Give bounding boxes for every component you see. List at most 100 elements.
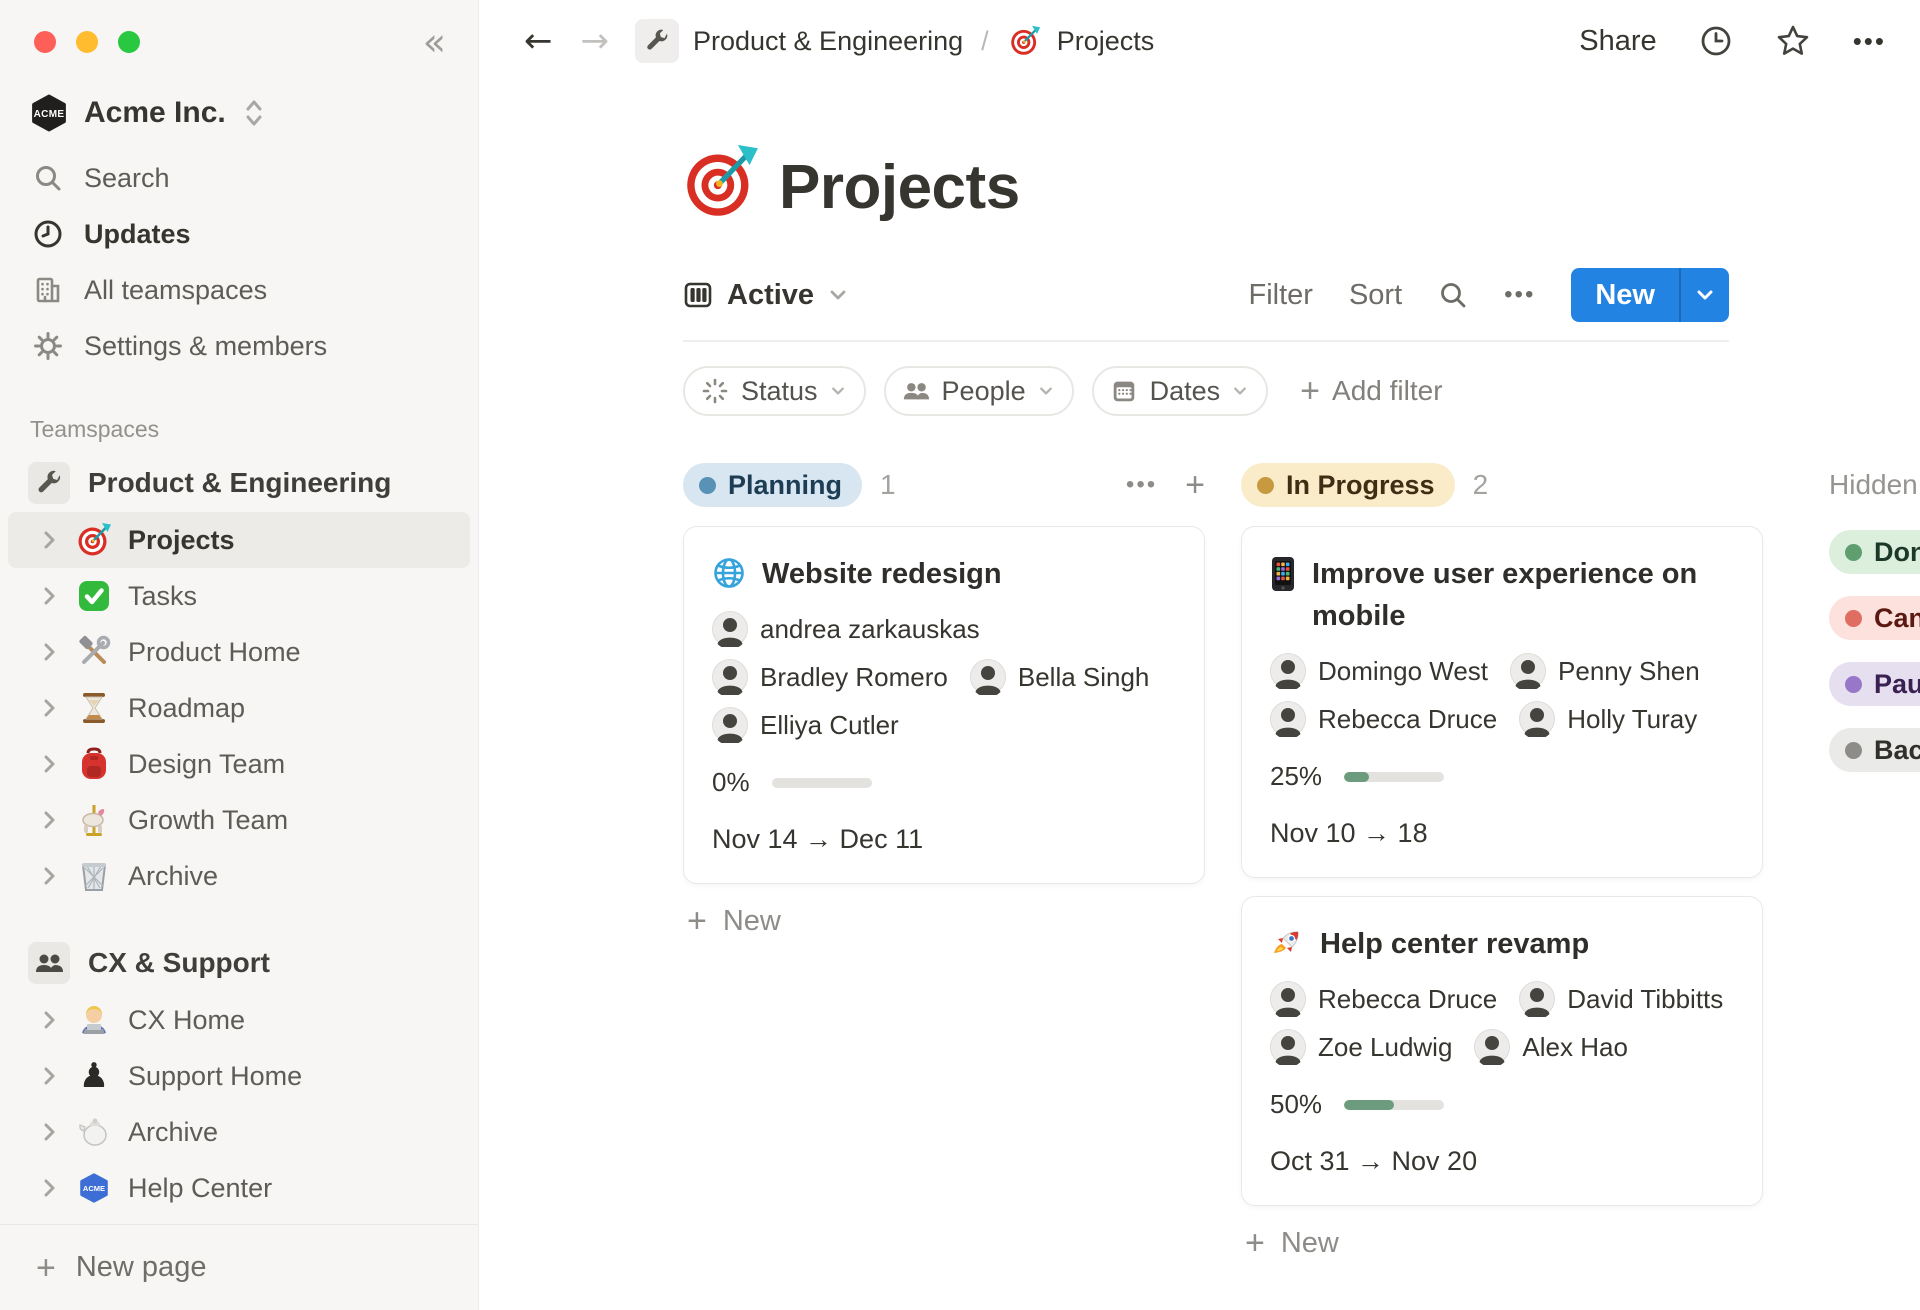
- sidebar-item-label: All teamspaces: [84, 275, 267, 306]
- breadcrumb-wrench-icon[interactable]: [635, 19, 679, 63]
- main-pane: ← → Product & Engineering / Projects Sha…: [480, 0, 1920, 1310]
- nav-forward-button[interactable]: →: [581, 24, 610, 58]
- breadcrumb-teamspace[interactable]: Product & Engineering: [693, 26, 963, 57]
- sidebar-item-archive-pe[interactable]: Archive: [8, 848, 470, 904]
- sidebar-item-support-home[interactable]: ♟ Support Home: [8, 1048, 470, 1104]
- chevron-right-icon[interactable]: [38, 585, 60, 607]
- column-planning: Planning 1 ••• +: [683, 462, 1205, 938]
- teamspace-product-engineering[interactable]: Product & Engineering: [0, 454, 478, 512]
- view-switcher[interactable]: Active: [683, 279, 848, 312]
- window-minimize-button[interactable]: [76, 31, 98, 53]
- add-card-button[interactable]: + New: [683, 904, 1205, 938]
- person-chip: Elliya Cutler: [712, 707, 899, 743]
- sidebar-item-help-center[interactable]: ACME Help Center: [8, 1160, 470, 1216]
- chevron-right-icon[interactable]: [38, 809, 60, 831]
- new-button-dropdown[interactable]: [1679, 268, 1729, 322]
- chevron-right-icon[interactable]: [38, 697, 60, 719]
- chevron-right-icon[interactable]: [38, 1177, 60, 1199]
- page-title[interactable]: Projects: [779, 155, 1020, 220]
- avatar: [712, 707, 748, 743]
- toolbar-divider: [683, 340, 1729, 342]
- card-people: andrea zarkauskas Bradley Romero Bella S…: [712, 611, 1176, 743]
- kanban-board: Planning 1 ••• +: [683, 462, 1920, 1260]
- add-card-button[interactable]: + New: [1241, 1226, 1763, 1260]
- filter-chip-label: Dates: [1150, 376, 1221, 407]
- sidebar-collapse-icon[interactable]: «: [423, 23, 446, 61]
- dates-filter-chip[interactable]: Dates: [1092, 366, 1269, 416]
- column-more-icon[interactable]: •••: [1126, 471, 1157, 499]
- progress-track: [1344, 772, 1444, 782]
- chevron-right-icon[interactable]: [38, 1065, 60, 1087]
- workspace-switch-icon: [242, 98, 266, 128]
- person-chip: Rebecca Druce: [1270, 981, 1497, 1017]
- status-dot: [1845, 742, 1862, 759]
- hidden-badge-done[interactable]: Done: [1829, 530, 1920, 574]
- chevron-right-icon[interactable]: [38, 529, 60, 551]
- hidden-badge-canceled[interactable]: Canceled: [1829, 596, 1920, 640]
- chevron-right-icon[interactable]: [38, 753, 60, 775]
- sidebar-item-product-home[interactable]: Product Home: [8, 624, 470, 680]
- sidebar-item-all-teamspaces[interactable]: All teamspaces: [0, 262, 478, 318]
- sidebar-item-cx-home[interactable]: CX Home: [8, 992, 470, 1048]
- chevron-right-icon[interactable]: [38, 1009, 60, 1031]
- person-name: Alex Hao: [1522, 1032, 1628, 1063]
- window-close-button[interactable]: [34, 31, 56, 53]
- hidden-badge-backlog[interactable]: Backlog: [1829, 728, 1920, 772]
- filter-button[interactable]: Filter: [1249, 279, 1313, 312]
- sidebar-item-roadmap[interactable]: Roadmap: [8, 680, 470, 736]
- sort-button[interactable]: Sort: [1349, 279, 1402, 312]
- avatar: [712, 611, 748, 647]
- workspace-switcher[interactable]: ACME Acme Inc.: [0, 84, 478, 142]
- status-badge-planning[interactable]: Planning: [683, 463, 862, 507]
- breadcrumb-page[interactable]: Projects: [1057, 26, 1155, 57]
- progress-fill: [1344, 772, 1369, 782]
- window-zoom-button[interactable]: [118, 31, 140, 53]
- status-icon: [701, 377, 729, 405]
- carousel-horse-icon: [74, 803, 114, 837]
- column-in-progress: In Progress 2: [1241, 462, 1763, 1260]
- sidebar-item-projects[interactable]: Projects: [8, 512, 470, 568]
- avatar: [970, 659, 1006, 695]
- chevron-right-icon[interactable]: [38, 641, 60, 663]
- clock-icon[interactable]: [1699, 24, 1733, 58]
- building-icon: [30, 275, 66, 305]
- chevron-right-icon[interactable]: [38, 1121, 60, 1143]
- teamspace-cx-support[interactable]: CX & Support: [0, 934, 478, 992]
- share-button[interactable]: Share: [1579, 25, 1656, 58]
- chevron-right-icon[interactable]: [38, 865, 60, 887]
- sidebar-item-design-team[interactable]: Design Team: [8, 736, 470, 792]
- nav-back-button[interactable]: ←: [524, 24, 553, 58]
- backpack-icon: [74, 747, 114, 781]
- add-filter-button[interactable]: + Add filter: [1300, 374, 1442, 408]
- breadcrumb-separator: /: [981, 26, 989, 57]
- sidebar-item-tasks[interactable]: Tasks: [8, 568, 470, 624]
- column-count: 2: [1473, 469, 1489, 501]
- new-button[interactable]: New: [1571, 268, 1729, 322]
- more-options-icon[interactable]: •••: [1853, 26, 1886, 57]
- sidebar-item-settings[interactable]: Settings & members: [0, 318, 478, 374]
- view-more-icon[interactable]: •••: [1504, 281, 1535, 309]
- status-badge-in-progress[interactable]: In Progress: [1241, 463, 1455, 507]
- search-icon[interactable]: [1438, 280, 1468, 310]
- star-icon[interactable]: [1775, 23, 1811, 59]
- status-label: Done: [1874, 537, 1920, 568]
- sidebar-item-archive-cx[interactable]: Archive: [8, 1104, 470, 1160]
- sidebar-item-updates[interactable]: Updates: [0, 206, 478, 262]
- project-card-website-redesign[interactable]: Website redesign andrea zarkauskas Bradl…: [683, 526, 1205, 884]
- sidebar-item-search[interactable]: Search: [0, 150, 478, 206]
- new-page-button[interactable]: + New page: [0, 1224, 478, 1310]
- column-add-icon[interactable]: +: [1185, 468, 1205, 502]
- sidebar-item-growth-team[interactable]: Growth Team: [8, 792, 470, 848]
- person-name: Bella Singh: [1018, 662, 1150, 693]
- project-card-help-center-revamp[interactable]: Help center revamp Rebecca Druce David T…: [1241, 896, 1763, 1206]
- people-icon: [28, 942, 70, 984]
- people-filter-chip[interactable]: People: [884, 366, 1074, 416]
- project-card-improve-mobile-ux[interactable]: Improve user experience on mobile Doming…: [1241, 526, 1763, 878]
- hidden-badge-paused[interactable]: Paused: [1829, 662, 1920, 706]
- filter-chips-row: Status People: [683, 366, 1920, 416]
- column-count: 1: [880, 469, 896, 501]
- status-filter-chip[interactable]: Status: [683, 366, 866, 416]
- plus-icon: +: [36, 1251, 56, 1285]
- new-button-label[interactable]: New: [1571, 268, 1679, 322]
- hammer-wrench-icon: [74, 635, 114, 669]
